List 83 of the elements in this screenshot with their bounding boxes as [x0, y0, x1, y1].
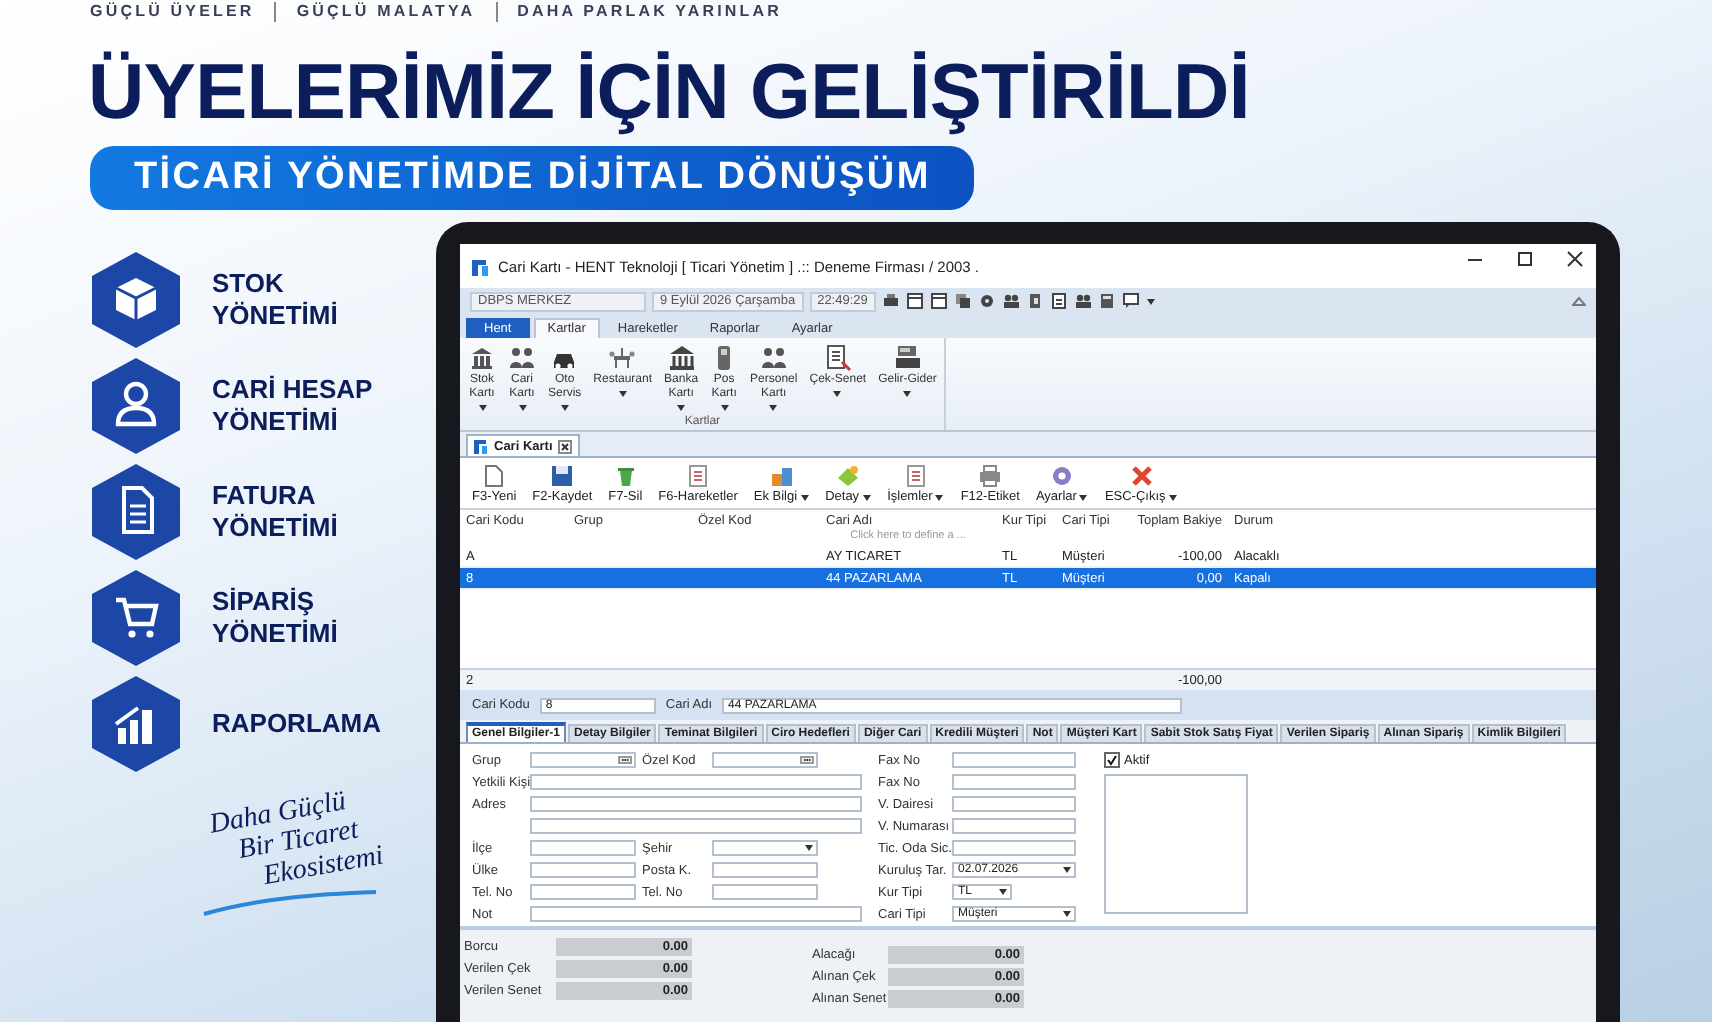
input-field[interactable] — [530, 906, 862, 922]
people-icon[interactable] — [1001, 292, 1020, 310]
calculator-icon[interactable] — [1097, 292, 1116, 310]
caret-icon[interactable] — [676, 404, 687, 412]
caret-icon[interactable] — [1167, 493, 1178, 501]
input-field[interactable] — [712, 862, 818, 878]
building-icon[interactable] — [468, 344, 496, 372]
input-field[interactable] — [530, 862, 636, 878]
dropdown-field[interactable] — [712, 840, 818, 856]
caret-icon[interactable] — [1078, 493, 1089, 501]
caret-icon[interactable] — [832, 390, 843, 398]
window-icon[interactable] — [905, 292, 924, 310]
input-field[interactable] — [712, 884, 818, 900]
document-icon[interactable] — [823, 344, 852, 372]
caret-icon[interactable] — [617, 390, 628, 398]
person-icon — [88, 355, 184, 455]
printer-icon[interactable] — [881, 292, 900, 310]
input-field[interactable] — [530, 752, 636, 768]
caret-icon[interactable] — [559, 404, 570, 412]
ellipsis-icon[interactable] — [800, 756, 814, 764]
window-icon[interactable] — [929, 292, 948, 310]
caret-icon[interactable] — [477, 404, 487, 412]
page-icon[interactable] — [482, 464, 507, 488]
caret-icon[interactable] — [799, 493, 810, 501]
list-icon[interactable] — [903, 464, 928, 488]
save-icon[interactable] — [550, 464, 575, 488]
caret-icon[interactable] — [934, 493, 945, 501]
close-icon[interactable] — [1566, 250, 1584, 268]
maximize-icon[interactable] — [1516, 250, 1534, 268]
collapse-icon[interactable] — [1572, 296, 1586, 306]
chat-icon[interactable] — [1121, 292, 1140, 310]
copy-icon[interactable] — [953, 292, 972, 310]
tagline-text: GÜÇLÜ MALATYA — [274, 2, 496, 22]
input-field[interactable] — [712, 752, 818, 768]
feature-label: CARİ HESAP YÖNETİMİ — [212, 373, 373, 437]
caret-icon[interactable] — [719, 404, 730, 412]
input-field[interactable] — [530, 774, 862, 790]
input-field[interactable] — [952, 818, 1076, 834]
document-icon — [88, 461, 184, 561]
slogan-text: Daha Güçlü Bir Ticaret Ekosistemi — [208, 785, 387, 897]
bank-icon[interactable] — [667, 344, 696, 372]
input-field[interactable] — [530, 884, 636, 900]
feature-label: STOK YÖNETİMİ — [212, 267, 338, 331]
printer-icon[interactable] — [978, 464, 1003, 488]
caret-icon[interactable] — [861, 493, 872, 501]
ellipsis-icon[interactable] — [618, 756, 632, 764]
checkmark-icon — [1106, 754, 1118, 766]
close-icon[interactable] — [558, 439, 573, 453]
recycle-icon[interactable] — [613, 464, 638, 488]
caret-icon[interactable] — [1062, 866, 1072, 874]
tagline-text: GÜÇLÜ ÜYELER — [90, 2, 257, 22]
tagline-text: DAHA PARLAK YARINLAR — [495, 2, 803, 22]
bar-chart-icon — [88, 673, 184, 773]
headline: ÜYELERİMİZ İÇİN GELİŞTİRİLDİ — [86, 48, 1252, 138]
input-field[interactable] — [952, 774, 1076, 790]
dining-icon[interactable] — [608, 344, 637, 372]
caret-icon[interactable] — [902, 390, 913, 398]
subheadline-banner: TİCARİ YÖNETİMDE DİJİTAL DÖNÜŞÜM — [90, 146, 975, 210]
people-icon[interactable] — [1073, 292, 1092, 310]
caret-icon[interactable] — [998, 888, 1008, 896]
note-icon[interactable] — [1049, 292, 1068, 310]
feature-label: FATURA YÖNETİMİ — [212, 479, 338, 543]
input-field[interactable] — [952, 752, 1076, 768]
list-icon[interactable] — [686, 464, 711, 488]
cash-register-icon[interactable] — [893, 344, 922, 372]
caret-icon[interactable] — [804, 844, 814, 852]
input-field[interactable] — [530, 840, 636, 856]
caret-icon[interactable] — [517, 404, 527, 412]
caret-icon[interactable] — [1145, 297, 1156, 305]
caret-icon[interactable] — [1062, 910, 1072, 918]
input-field[interactable] — [952, 796, 1076, 812]
caret-icon[interactable] — [768, 404, 779, 412]
input-field[interactable] — [952, 840, 1076, 856]
people-icon[interactable] — [508, 344, 536, 372]
cart-icon — [88, 567, 184, 667]
app-logo-icon — [474, 439, 488, 453]
feature-label: RAPORLAMA — [212, 707, 381, 739]
input-field[interactable] — [530, 796, 862, 812]
people-icon[interactable] — [759, 344, 788, 372]
box-icon — [88, 249, 184, 349]
app-logo-icon — [472, 257, 490, 275]
feature-label: SİPARİŞ YÖNETİMİ — [212, 585, 338, 649]
input-field[interactable] — [530, 818, 862, 834]
